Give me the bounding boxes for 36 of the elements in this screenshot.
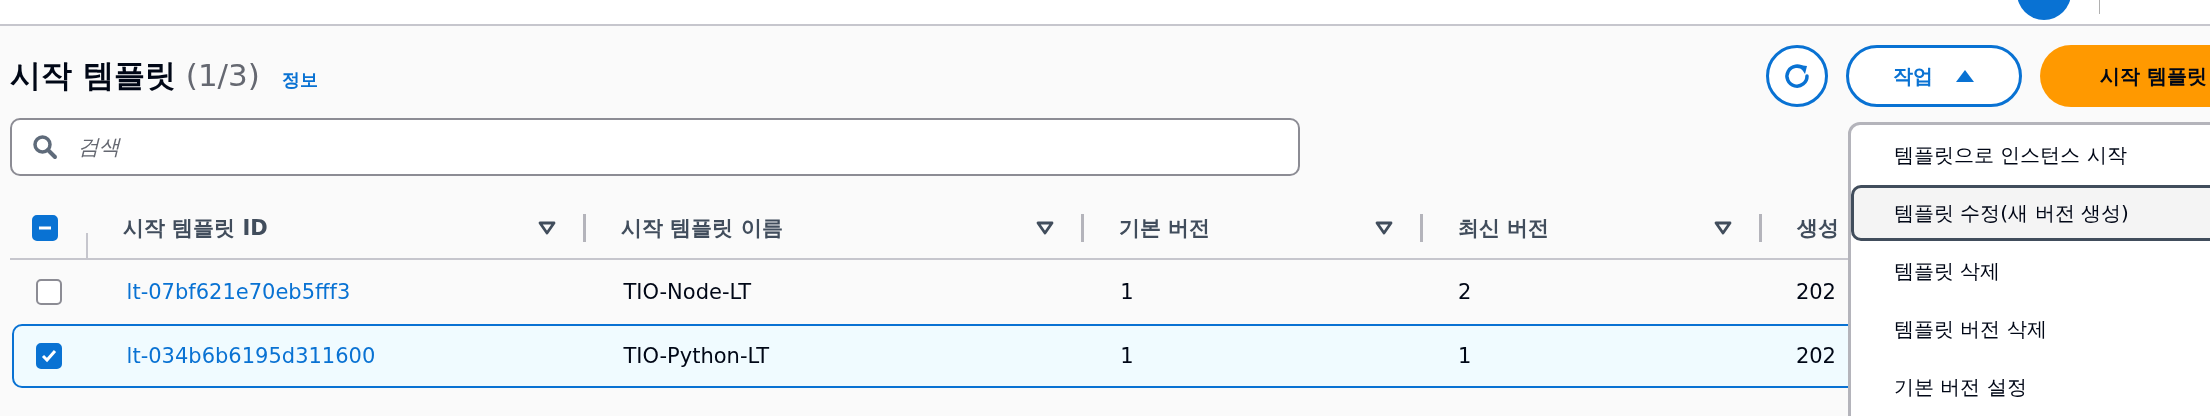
column-header[interactable]: 시작 템플릿 ID — [122, 214, 538, 242]
sort-icon[interactable] — [1036, 221, 1054, 235]
sort-icon[interactable] — [537, 221, 556, 235]
actions-button[interactable]: 작업 — [1846, 45, 2022, 107]
item-count: (1/3) — [185, 57, 260, 93]
table-cell: TIO-Python-LT — [623, 344, 770, 368]
search-input[interactable]: 검색 — [76, 134, 1278, 160]
search-icon — [32, 134, 58, 160]
sort-icon[interactable] — [1713, 221, 1732, 235]
info-link[interactable]: 정보 — [281, 68, 318, 92]
template-id-link[interactable]: lt-034b6b6195d311600 — [126, 344, 376, 368]
create-button[interactable]: 시작 템플릿 — [2040, 45, 2210, 107]
sort-icon[interactable] — [1374, 221, 1393, 235]
minus-icon — [39, 226, 51, 230]
row-checkbox[interactable] — [36, 343, 62, 369]
table-cell: 202 — [1795, 280, 1836, 304]
column-header[interactable]: 최신 버전 — [1457, 214, 1714, 242]
select-all-checkbox[interactable] — [32, 215, 58, 241]
table-cell: 1 — [1120, 280, 1134, 304]
page-title: 시작 템플릿 — [10, 56, 176, 95]
template-id-link[interactable]: lt-07bf621e70eb5fff3 — [126, 280, 351, 304]
table-cell: 1 — [1458, 344, 1472, 368]
caret-icon — [1955, 68, 1975, 84]
table-cell: TIO-Node-LT — [623, 280, 752, 304]
row-checkbox[interactable] — [36, 279, 62, 305]
table-cell: 2 — [1458, 280, 1472, 304]
search-field[interactable]: 검색 — [10, 118, 1300, 176]
column-header[interactable]: 기본 버전 — [1119, 214, 1375, 242]
menu-item[interactable]: 템플릿 수정(새 버전 생성) — [1851, 185, 2210, 241]
table-cell: 202 — [1795, 344, 1836, 368]
table-cell: 1 — [1120, 344, 1134, 368]
column-header[interactable]: 시작 템플릿 이름 — [620, 214, 1036, 242]
refresh-icon — [1782, 61, 1812, 91]
menu-item[interactable]: 템플릿 삭제 — [1851, 243, 2210, 299]
menu-item[interactable]: 템플릿으로 인스턴스 시작 — [1851, 127, 2210, 183]
check-icon — [40, 347, 58, 365]
